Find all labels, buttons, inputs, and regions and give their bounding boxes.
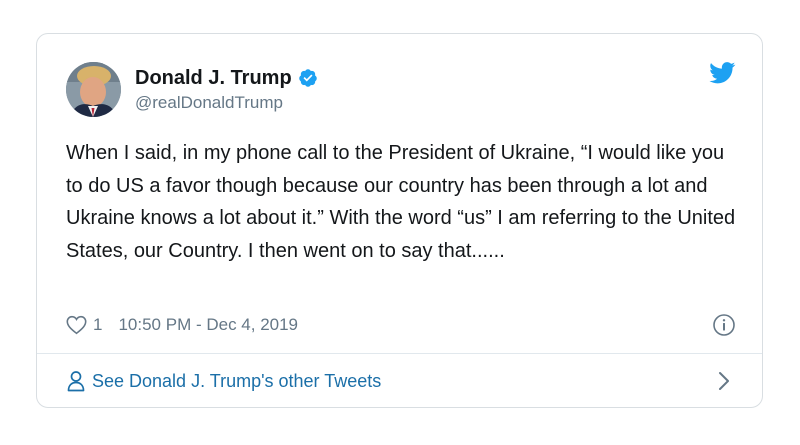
heart-icon[interactable]	[66, 315, 87, 335]
divider	[37, 353, 762, 354]
info-icon[interactable]	[712, 313, 736, 337]
person-icon	[66, 370, 86, 392]
embedded-tweet-card: Donald J. Trump @realDonaldTrump When I …	[36, 33, 763, 408]
like-count[interactable]: 1	[93, 315, 102, 335]
tweet-meta: 1 10:50 PM - Dec 4, 2019	[66, 314, 736, 336]
twitter-bird-icon[interactable]	[709, 62, 736, 84]
verified-badge-icon	[298, 68, 318, 88]
author-name-row: Donald J. Trump	[135, 66, 318, 90]
author-display-name[interactable]: Donald J. Trump	[135, 66, 292, 90]
chevron-right-icon	[718, 371, 730, 391]
tweet-text: When I said, in my phone call to the Pre…	[66, 142, 736, 262]
tweet-header: Donald J. Trump @realDonaldTrump	[66, 62, 736, 118]
author-block: Donald J. Trump @realDonaldTrump	[135, 66, 318, 113]
author-handle[interactable]: @realDonaldTrump	[135, 93, 318, 113]
see-other-tweets-link[interactable]: See Donald J. Trump's other Tweets	[66, 367, 736, 395]
see-other-tweets-label: See Donald J. Trump's other Tweets	[92, 370, 382, 391]
avatar[interactable]	[66, 62, 121, 117]
tweet-timestamp[interactable]: 10:50 PM - Dec 4, 2019	[118, 315, 298, 335]
